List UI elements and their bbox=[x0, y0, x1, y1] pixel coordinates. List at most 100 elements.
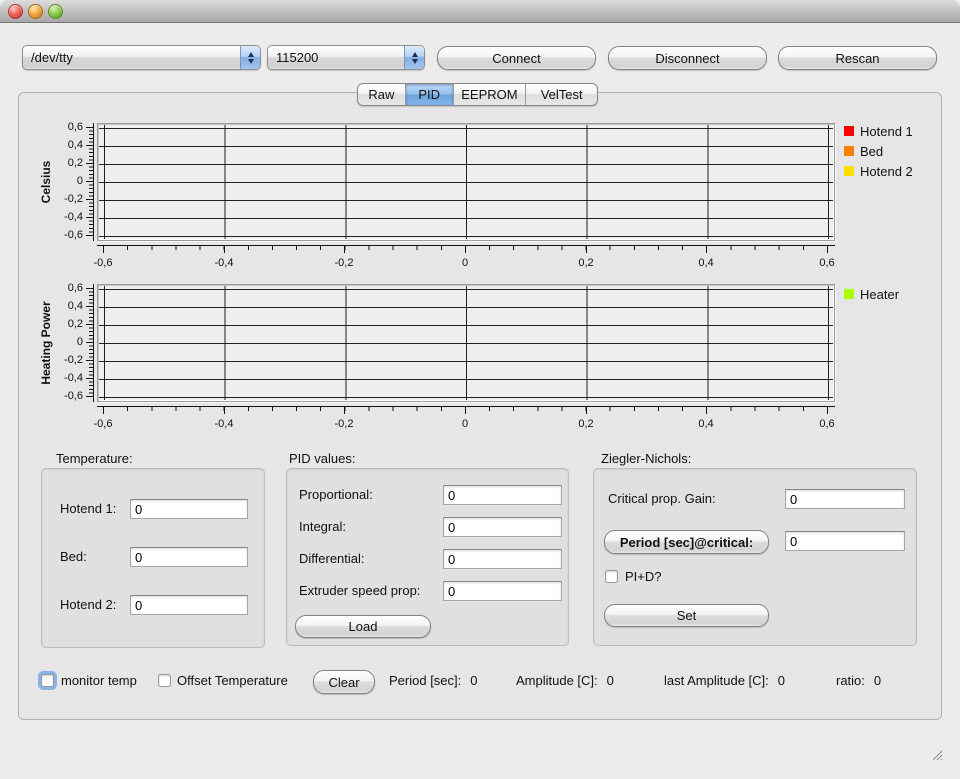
tab-veltest[interactable]: VelTest bbox=[525, 84, 597, 105]
y-tick-label: -0,2 bbox=[27, 352, 83, 368]
bed-swatch-icon bbox=[844, 146, 854, 156]
temperature-group-title: Temperature: bbox=[56, 451, 133, 466]
close-window-icon[interactable] bbox=[8, 4, 23, 19]
integral-label: Integral: bbox=[299, 517, 346, 537]
tab-eeprom[interactable]: EEPROM bbox=[453, 84, 526, 105]
y-tick-label: -0,6 bbox=[27, 388, 83, 404]
integral-field[interactable] bbox=[443, 517, 562, 537]
ziegler-nichols-group: Critical prop. Gain: Period [sec]@critic… bbox=[593, 468, 917, 646]
pid-values-group-title: PID values: bbox=[289, 451, 355, 466]
monitor-temp-label: monitor temp bbox=[61, 672, 137, 689]
chart1-plot-canvas bbox=[97, 123, 835, 241]
critical-gain-label: Critical prop. Gain: bbox=[608, 489, 716, 509]
set-button[interactable]: Set bbox=[604, 604, 769, 627]
legend-item-heater: Heater bbox=[844, 284, 899, 304]
y-tick-label: 0,4 bbox=[27, 298, 83, 314]
tab-raw[interactable]: Raw bbox=[358, 84, 405, 105]
rescan-button[interactable]: Rescan bbox=[778, 46, 937, 70]
baud-select[interactable]: 115200 bbox=[267, 45, 425, 70]
period-stat-value: 0 bbox=[470, 672, 477, 689]
stepper-arrows-icon bbox=[240, 46, 260, 69]
clear-button[interactable]: Clear bbox=[313, 670, 375, 694]
offset-temp-checkbox[interactable] bbox=[158, 674, 171, 687]
heater-swatch-icon bbox=[844, 289, 854, 299]
resize-grip-icon[interactable] bbox=[928, 746, 943, 761]
x-tick-label: -0,4 bbox=[194, 256, 254, 270]
pid-checkbox-label: PI+D? bbox=[625, 568, 662, 585]
offset-temp-label: Offset Temperature bbox=[177, 672, 288, 689]
port-select[interactable]: /dev/tty bbox=[22, 45, 261, 70]
differential-field[interactable] bbox=[443, 549, 562, 569]
legend-item-hotend2: Hotend 2 bbox=[844, 161, 913, 181]
chart2-y-axis bbox=[85, 284, 94, 402]
y-tick-label: 0,6 bbox=[27, 119, 83, 135]
x-tick-label: 0,4 bbox=[676, 417, 736, 431]
period-critical-field[interactable] bbox=[785, 531, 905, 551]
hotend2-swatch-icon bbox=[844, 166, 854, 176]
legend-item-bed: Bed bbox=[844, 141, 913, 161]
connect-button[interactable]: Connect bbox=[437, 46, 596, 70]
hotend1-field[interactable] bbox=[130, 499, 248, 519]
pid-checkbox[interactable] bbox=[605, 570, 618, 583]
y-tick-label: -0,4 bbox=[27, 370, 83, 386]
y-tick-label: 0 bbox=[27, 173, 83, 189]
x-tick-label: 0 bbox=[435, 256, 495, 270]
last-amplitude-stat-value: 0 bbox=[778, 672, 785, 689]
y-tick-label: -0,4 bbox=[27, 209, 83, 225]
tab-bar: Raw PID EEPROM VelTest bbox=[357, 83, 598, 106]
x-tick-label: -0,2 bbox=[314, 256, 374, 270]
period-critical-button[interactable]: Period [sec]@critical: bbox=[604, 530, 769, 554]
proportional-label: Proportional: bbox=[299, 485, 373, 505]
chart2-plot-canvas bbox=[97, 284, 835, 402]
y-tick-label: 0,4 bbox=[27, 137, 83, 153]
app-window: { "window": { "traffic_light_colors": { … bbox=[0, 0, 960, 779]
period-stat: Period [sec]: 0 bbox=[389, 672, 478, 689]
x-tick-label: -0,6 bbox=[73, 417, 133, 431]
monitor-temp-checkbox[interactable] bbox=[41, 674, 54, 687]
x-tick-label: -0,6 bbox=[73, 256, 133, 270]
bed-field[interactable] bbox=[130, 547, 248, 567]
port-select-value: /dev/tty bbox=[23, 50, 240, 65]
x-tick-label: 0,6 bbox=[797, 417, 857, 431]
stepper-arrows-icon bbox=[404, 46, 424, 69]
y-tick-label: -0,6 bbox=[27, 227, 83, 243]
chart1-y-axis bbox=[85, 123, 94, 241]
y-tick-label: 0 bbox=[27, 334, 83, 350]
extruder-speed-prop-label: Extruder speed prop: bbox=[299, 581, 420, 601]
chart2-x-axis bbox=[97, 406, 835, 415]
y-tick-label: 0,6 bbox=[27, 280, 83, 296]
y-tick-label: -0,2 bbox=[27, 191, 83, 207]
x-tick-label: 0,2 bbox=[556, 417, 616, 431]
load-button[interactable]: Load bbox=[295, 615, 431, 638]
y-tick-label: 0,2 bbox=[27, 155, 83, 171]
x-tick-label: 0 bbox=[435, 417, 495, 431]
baud-select-value: 115200 bbox=[268, 50, 404, 65]
x-tick-label: 0,2 bbox=[556, 256, 616, 270]
last-amplitude-stat: last Amplitude [C]: 0 bbox=[664, 672, 785, 689]
proportional-field[interactable] bbox=[443, 485, 562, 505]
hotend1-label: Hotend 1: bbox=[60, 499, 116, 519]
tab-pid[interactable]: PID bbox=[405, 84, 453, 105]
differential-label: Differential: bbox=[299, 549, 365, 569]
ziegler-nichols-group-title: Ziegler-Nichols: bbox=[601, 451, 691, 466]
minimize-window-icon[interactable] bbox=[28, 4, 43, 19]
ratio-stat: ratio: 0 bbox=[836, 672, 881, 689]
disconnect-button[interactable]: Disconnect bbox=[608, 46, 767, 70]
critical-gain-field[interactable] bbox=[785, 489, 905, 509]
hotend1-swatch-icon bbox=[844, 126, 854, 136]
chart1-legend: Hotend 1 Bed Hotend 2 bbox=[844, 121, 913, 181]
pid-values-group: Proportional: Integral: Differential: Ex… bbox=[286, 468, 569, 646]
x-tick-label: 0,4 bbox=[676, 256, 736, 270]
hotend2-field[interactable] bbox=[130, 595, 248, 615]
legend-item-hotend1: Hotend 1 bbox=[844, 121, 913, 141]
pid-tab-page: Celsius 0,6 0,4 0,2 0 -0,2 -0,4 -0,6 -0,… bbox=[18, 92, 942, 720]
x-tick-label: -0,4 bbox=[194, 417, 254, 431]
extruder-speed-prop-field[interactable] bbox=[443, 581, 562, 601]
x-tick-label: -0,2 bbox=[314, 417, 374, 431]
zoom-window-icon[interactable] bbox=[48, 4, 63, 19]
x-tick-label: 0,6 bbox=[797, 256, 857, 270]
chart2-legend: Heater bbox=[844, 284, 899, 304]
y-tick-label: 0,2 bbox=[27, 316, 83, 332]
amplitude-stat-value: 0 bbox=[607, 672, 614, 689]
title-bar[interactable] bbox=[0, 0, 960, 23]
